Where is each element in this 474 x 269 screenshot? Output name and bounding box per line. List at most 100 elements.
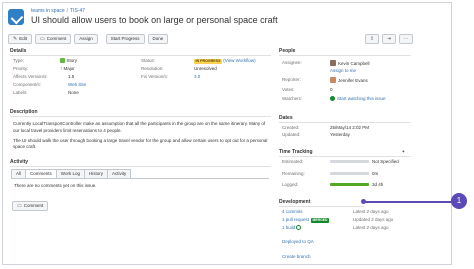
estimated-label: Estimated: [282,159,304,164]
type-value: Story [60,58,77,64]
issue-title: UI should allow users to book on large o… [31,15,278,25]
speech-bubble-icon: ▭ [39,36,45,42]
details-divider [10,55,271,56]
create-branch-link[interactable]: Create branch [282,254,311,260]
development-heading: Development [279,199,311,205]
affects-version-value: 1.5 [68,74,75,79]
add-time-button[interactable]: + [402,149,405,155]
dates-divider [279,122,411,123]
logged-bar-fill [330,183,369,186]
issue-view: teams in space / TIS-47 UI should allow us… [2,2,452,265]
breadcrumb-issue-link[interactable]: TIS-47 [70,8,85,14]
watchers-label: Watchers: [282,96,303,101]
build-row: 1 build [282,225,302,231]
time-tracking-divider [279,156,411,157]
story-icon [60,58,65,63]
created-label: Created: [282,125,300,130]
reporter-label: Reporter: [282,77,301,82]
start-watching-link[interactable]: Start watching this issue [330,96,386,102]
issue-tools: ⇪ ⇥ ⋯ [365,34,413,44]
breadcrumb-separator: / [66,8,69,14]
fix-version-label: Fix Version/s: [141,74,169,79]
type-label: Type: [13,58,25,63]
remaining-label: Remaining: [282,171,305,176]
comment-button[interactable]: ▭ Comment [34,34,72,44]
assignee-value[interactable]: Kevin Campbell [330,60,370,67]
estimated-bar [330,160,369,163]
logged-label: Logged: [282,182,299,187]
more-icon: ⋯ [403,36,409,42]
build-time: Latest 2 days ago [353,225,389,230]
no-comments-message: There are no comments yet on this issue. [14,183,97,188]
assign-to-me-link[interactable]: Assign to me [330,68,356,74]
priority-value: ↑Major [60,66,75,72]
callout-pointer-line [363,201,459,203]
logged-value: 3d 4h [372,182,384,187]
activity-divider [10,166,271,167]
eye-icon [330,96,335,101]
votes-label: Votes: [282,87,295,92]
status-badge: IN PROGRESS [194,59,222,64]
more-button[interactable]: ⋯ [399,34,413,44]
share-button[interactable]: ⇪ [365,34,379,44]
reporter-value[interactable]: Jennifer Evans [330,77,368,84]
start-watching-label: Start watching this issue [337,96,386,101]
start-progress-button[interactable]: Start Progress [105,34,145,44]
resolution-label: Resolution: [141,66,164,71]
description-body: Currently LocalTransportController make … [13,121,271,154]
logged-bar [330,183,369,186]
description-paragraph: Currently LocalTransportController make … [13,121,266,133]
reporter-name: Jennifer Evans [338,78,368,83]
description-divider [10,116,271,117]
assign-button[interactable]: Assign [74,34,98,44]
project-avatar[interactable] [8,9,24,25]
status-label: Status: [141,58,156,63]
breadcrumb-project-link[interactable]: teams in space [31,8,65,14]
fix-version-link[interactable]: 3.0 [194,74,200,80]
merged-badge: MERGED [311,218,329,223]
description-heading: Description [10,109,38,115]
activity-heading: Activity [10,159,29,165]
votes-value[interactable]: 0 [330,87,333,93]
development-divider [279,206,364,207]
labels-value: None [68,90,79,95]
people-divider [279,55,411,56]
deployed-link[interactable]: Deployed to QA [282,239,314,245]
build-link[interactable]: 1 build [282,225,295,230]
assignee-name: Kevin Campbell [338,61,370,66]
priority-text: Major [63,66,75,71]
resolution-value: Unresolved [194,66,217,71]
edit-button[interactable]: ✎ Edit [8,34,32,44]
issue-toolbar: ✎ Edit ▭ Comment Assign Start Progress Don… [8,34,169,44]
assignee-label: Assignee: [282,60,302,65]
pencil-icon: ✎ [13,36,18,42]
updated-label: Updated: [282,132,301,137]
comment-label: Comment [46,36,67,41]
type-text: Story [66,58,78,63]
components-link[interactable]: Web Site [68,82,86,88]
affects-version-label: Affects Version/s: [13,74,48,79]
people-heading: People [279,48,296,54]
avatar [330,77,336,83]
callout-pointer-dot [361,199,366,204]
callout-badge: 1 [451,193,467,209]
avatar [330,60,336,66]
add-comment-button[interactable]: ▭ Comment [12,201,49,211]
pull-request-link[interactable]: 1 pull request [282,217,309,222]
dates-heading: Dates [279,115,293,121]
export-button[interactable]: ⇥ [382,34,396,44]
priority-label: Priority: [13,66,29,71]
details-heading: Details [10,48,27,54]
view-workflow-link[interactable]: (View Workflow) [223,58,255,63]
speech-bubble-icon: ▭ [17,203,22,209]
done-button[interactable]: Done [147,34,169,44]
share-icon: ⇪ [369,36,375,42]
remaining-value: 0m [372,171,379,176]
description-paragraph: The UI should walk the user through book… [13,137,268,150]
commits-link[interactable]: 4 commits [282,209,303,215]
tabs-underline [11,178,269,179]
edit-label: Edit [19,36,27,41]
export-icon: ⇥ [386,36,392,42]
check-circle-icon [296,225,302,230]
status-value: IN PROGRESS (View Workflow) [194,58,256,64]
